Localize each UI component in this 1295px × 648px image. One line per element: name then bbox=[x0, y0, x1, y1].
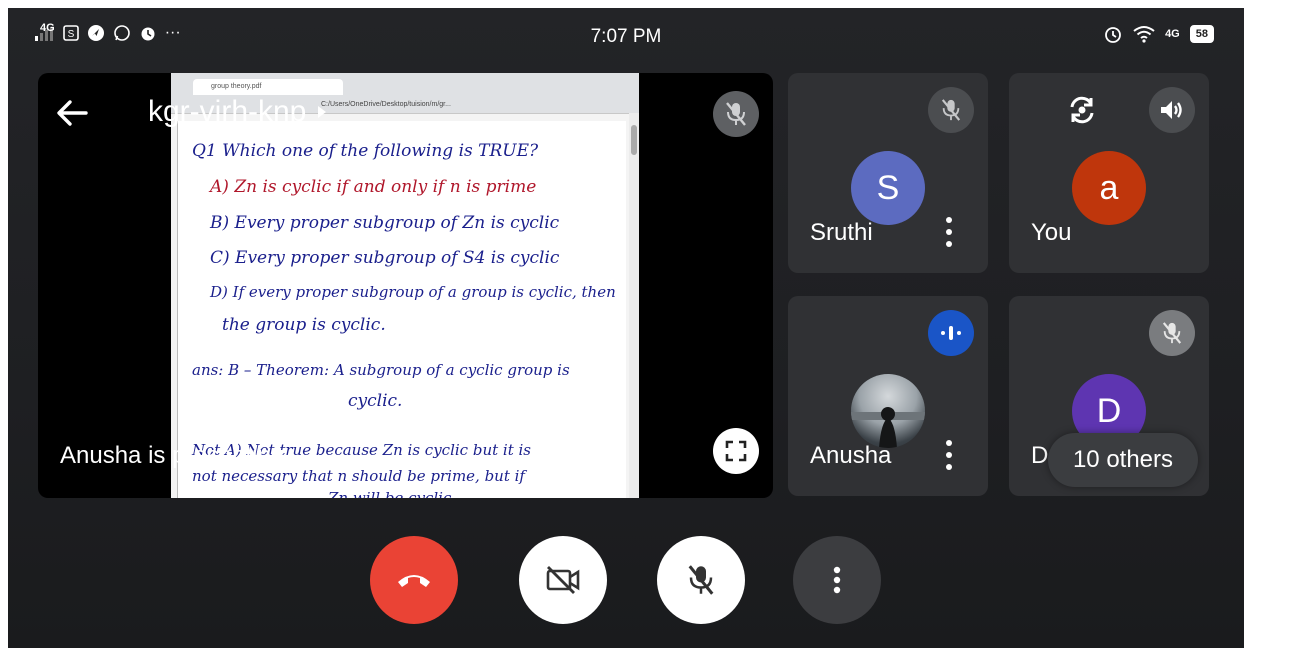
fullscreen-button[interactable] bbox=[713, 428, 759, 474]
participant-tile-sruthi[interactable]: S Sruthi bbox=[788, 73, 988, 273]
chevron-right-icon bbox=[318, 106, 327, 118]
audio-output-button[interactable] bbox=[1149, 87, 1195, 133]
clock: 7:07 PM bbox=[590, 26, 662, 47]
mic-toggle-button[interactable] bbox=[657, 536, 745, 624]
more-vert-icon bbox=[833, 566, 841, 594]
mic-off-icon bbox=[941, 99, 961, 121]
fullscreen-icon bbox=[725, 440, 747, 462]
wifi-icon bbox=[1133, 25, 1155, 43]
others-count-button[interactable]: 10 others bbox=[1048, 433, 1198, 487]
doc-line: C) Every proper subgroup of S4 is cyclic bbox=[210, 248, 560, 268]
camera-toggle-button[interactable] bbox=[519, 536, 607, 624]
meeting-code-button[interactable]: kgr-virh-knp bbox=[148, 95, 328, 129]
doc-line: Q1 Which one of the following is TRUE? bbox=[192, 141, 539, 161]
mic-off-icon bbox=[726, 102, 746, 126]
arrow-left-icon bbox=[57, 100, 88, 126]
participant-name: Anusha bbox=[810, 442, 892, 469]
avatar-photo bbox=[851, 374, 925, 448]
mic-off-icon bbox=[688, 565, 714, 595]
doc-line: cyclic. bbox=[348, 391, 403, 411]
status-bar: 4G S ··· 7:07 PM 4G 58 bbox=[8, 8, 1244, 64]
speaker-icon bbox=[1161, 101, 1182, 119]
avatar: a bbox=[1072, 151, 1146, 225]
more-options-button[interactable] bbox=[793, 536, 881, 624]
doc-line: B) Every proper subgroup of Zn is cyclic bbox=[210, 213, 560, 233]
switch-camera-icon bbox=[1070, 96, 1094, 124]
address-bar: C:/Users/OneDrive/Desktop/tuision/m/gr..… bbox=[321, 101, 451, 108]
scroll-thumb[interactable] bbox=[631, 125, 637, 155]
mic-off-icon bbox=[1162, 322, 1182, 344]
speaking-indicator bbox=[928, 310, 974, 356]
camera-off-icon bbox=[546, 566, 580, 594]
switch-camera-button[interactable] bbox=[1059, 87, 1105, 133]
participant-name: You bbox=[1031, 219, 1072, 246]
audio-level-icon bbox=[941, 326, 961, 340]
end-call-button[interactable] bbox=[370, 536, 458, 624]
back-button[interactable] bbox=[54, 95, 90, 131]
presenter-mic-off-indicator bbox=[713, 91, 759, 137]
mic-muted-badge bbox=[928, 87, 974, 133]
alarm-clock-icon bbox=[1103, 24, 1123, 44]
phone-hangup-icon bbox=[398, 575, 430, 587]
status-right: 4G 58 bbox=[1103, 24, 1214, 44]
battery-indicator: 58 bbox=[1189, 25, 1214, 43]
doc-line: A) Zn is cyclic if and only if n is prim… bbox=[210, 177, 537, 197]
doc-line: the group is cyclic. bbox=[222, 315, 386, 335]
mic-muted-badge bbox=[1149, 310, 1195, 356]
participant-options-button[interactable] bbox=[944, 440, 954, 470]
doc-line: D) If every proper subgroup of a group i… bbox=[210, 283, 616, 301]
meeting-code: kgr-virh-knp bbox=[148, 95, 307, 128]
presenting-label: Anusha is presenting bbox=[60, 442, 285, 469]
participant-name: Sruthi bbox=[810, 219, 873, 246]
participant-tile-you[interactable]: a You bbox=[1009, 73, 1209, 273]
meet-screen: 4G S ··· 7:07 PM 4G 58 group theory.pdf … bbox=[8, 8, 1244, 648]
pdf-tab: group theory.pdf bbox=[193, 79, 343, 95]
avatar: S bbox=[851, 151, 925, 225]
presentation-panel[interactable]: group theory.pdf C:/Users/OneDrive/Deskt… bbox=[38, 73, 773, 498]
network-type-right: 4G bbox=[1165, 28, 1180, 40]
doc-line: Zn will be cyclic. bbox=[328, 489, 457, 498]
participant-tile-anusha[interactable]: Anusha bbox=[788, 296, 988, 496]
doc-scrollbar[interactable] bbox=[629, 113, 639, 498]
doc-line: ans: B – Theorem: A subgroup of a cyclic… bbox=[192, 361, 570, 379]
shared-document: group theory.pdf C:/Users/OneDrive/Deskt… bbox=[171, 73, 639, 498]
participant-options-button[interactable] bbox=[944, 217, 954, 247]
